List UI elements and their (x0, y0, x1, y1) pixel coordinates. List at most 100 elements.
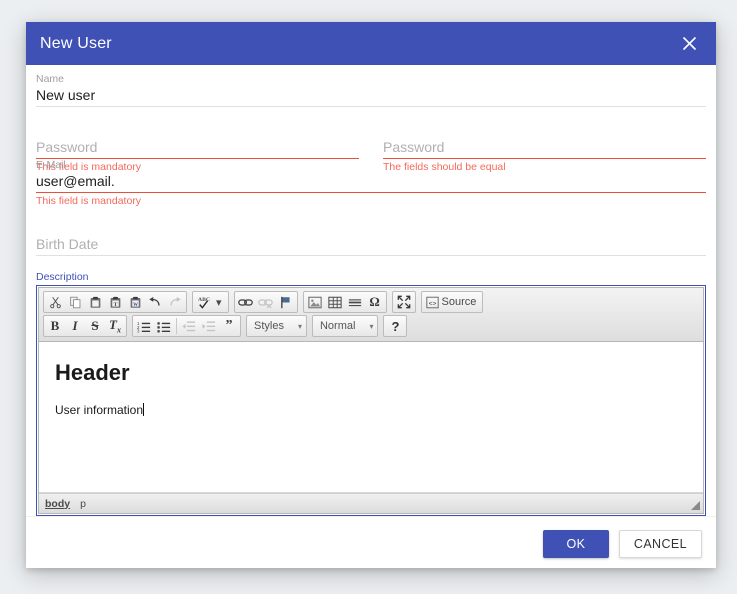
toolbar-group-insert: Ω (302, 291, 387, 313)
toolbar-group-source: <> Source (420, 291, 484, 313)
maximize-icon (397, 295, 411, 309)
remove-format-button[interactable]: Tx (105, 316, 125, 336)
name-label: Name (36, 73, 65, 85)
bold-icon: B (50, 318, 60, 333)
toolbar-group-maximize (391, 291, 416, 313)
dialog-header: New User (26, 22, 716, 65)
source-button[interactable]: <> Source (423, 292, 482, 312)
email-error: This field is mandatory (36, 195, 142, 207)
paste-button[interactable] (85, 292, 105, 312)
italic-button[interactable]: I (65, 316, 85, 336)
toolbar-separator (176, 318, 177, 334)
maximize-button[interactable] (394, 292, 414, 312)
toolbar-group-paragraph: 1 2 3 ” (132, 315, 241, 337)
undo-icon (148, 295, 162, 309)
bold-button[interactable]: B (45, 316, 65, 336)
birth-date-input[interactable] (36, 235, 706, 256)
italic-icon: I (72, 318, 78, 333)
horizontal-rule-icon (348, 296, 362, 309)
close-icon (682, 36, 697, 51)
redo-button[interactable] (165, 292, 185, 312)
elements-path-body[interactable]: body (45, 498, 70, 510)
format-combo-label: Normal (319, 320, 356, 332)
editor-paragraph-text: User information (55, 403, 144, 417)
rich-text-editor: T W ABC ▾ Ω <> Source B I S Tx 1 2 3 ” S… (36, 285, 706, 516)
text-caret (143, 403, 145, 416)
email-input[interactable] (36, 172, 706, 193)
paste-icon (89, 296, 102, 309)
editor-elements-path: body p (39, 493, 703, 513)
dialog-footer: OK CANCEL (26, 516, 716, 570)
new-user-dialog: New User Name New user Password This fie… (26, 22, 716, 568)
copy-button[interactable] (65, 292, 85, 312)
blockquote-button[interactable]: ” (219, 316, 239, 336)
svg-text:<>: <> (428, 300, 436, 307)
editor-heading[interactable]: Header (55, 360, 687, 386)
toolbar-group-spellcheck: ABC ▾ (192, 291, 229, 313)
source-label: Source (441, 296, 477, 308)
toolbar-group-basic-styles: B I S Tx (43, 315, 127, 337)
blockquote-icon: ” (225, 318, 233, 333)
paste-text-button[interactable]: T (105, 292, 125, 312)
spellcheck-button[interactable]: ABC ▾ (194, 292, 227, 312)
format-combo[interactable]: Normal ▾ (311, 315, 379, 337)
close-button[interactable] (674, 29, 704, 59)
ok-button[interactable]: OK (542, 529, 609, 558)
editor-paragraph[interactable]: User information (55, 402, 145, 418)
toolbar-group-links (233, 291, 298, 313)
numbered-list-button[interactable]: 1 2 3 (134, 316, 154, 336)
cut-icon (49, 296, 62, 309)
image-button[interactable] (305, 292, 325, 312)
spellcheck-icon: ABC (197, 295, 213, 309)
special-char-icon: Ω (369, 294, 380, 309)
toolbar-row-2: B I S Tx 1 2 3 ” Styles ▾ Normal ▾ ? (43, 315, 701, 339)
editor-resize-handle[interactable] (691, 501, 700, 510)
outdent-button[interactable] (179, 316, 199, 336)
editor-frame: T W ABC ▾ Ω <> Source B I S Tx 1 2 3 ” S… (38, 287, 704, 514)
special-char-button[interactable]: Ω (365, 292, 385, 312)
help-button[interactable]: ? (383, 315, 408, 337)
undo-button[interactable] (145, 292, 165, 312)
password-label (36, 125, 359, 138)
elements-path-p[interactable]: p (80, 498, 86, 510)
source-icon: <> (425, 296, 439, 309)
cut-button[interactable] (45, 292, 65, 312)
toolbar-group-clipboard: T W (43, 291, 187, 313)
anchor-icon (279, 296, 292, 309)
styles-combo[interactable]: Styles ▾ (246, 315, 307, 337)
table-button[interactable] (325, 292, 345, 312)
svg-text:W: W (133, 302, 138, 307)
password-confirm-input[interactable] (383, 138, 706, 159)
styles-combo-label: Styles (254, 320, 284, 332)
indent-icon (202, 320, 216, 333)
editor-toolbar: T W ABC ▾ Ω <> Source B I S Tx 1 2 3 ” S… (39, 288, 703, 342)
bulleted-list-button[interactable] (154, 316, 174, 336)
unlink-button[interactable] (256, 292, 276, 312)
strikethrough-icon: S (91, 318, 99, 333)
birth-date-label (36, 222, 706, 235)
screen: New User Name New user Password This fie… (0, 0, 737, 594)
link-icon (238, 296, 253, 309)
dialog-title: New User (40, 34, 112, 52)
name-input[interactable] (36, 86, 706, 107)
email-label: E-Mail (36, 159, 66, 171)
indent-button[interactable] (199, 316, 219, 336)
paste-word-button[interactable]: W (125, 292, 145, 312)
password-confirm-label (383, 125, 706, 138)
field-email: E-Mail This field is mandatory (36, 159, 706, 208)
remove-format-icon: Tx (109, 317, 121, 335)
horizontal-rule-button[interactable] (345, 292, 365, 312)
field-name: Name (36, 73, 706, 107)
description-label: Description (36, 271, 89, 283)
link-button[interactable] (236, 292, 256, 312)
copy-icon (69, 296, 82, 309)
strikethrough-button[interactable]: S (85, 316, 105, 336)
svg-text:T: T (113, 301, 117, 307)
chevron-down-icon: ▾ (297, 321, 302, 331)
cancel-button[interactable]: CANCEL (618, 529, 702, 558)
password-input[interactable] (36, 138, 359, 159)
editor-content-area[interactable]: Header User information (39, 342, 703, 493)
outdent-icon (182, 320, 196, 333)
paste-word-icon: W (129, 296, 142, 309)
anchor-button[interactable] (276, 292, 296, 312)
